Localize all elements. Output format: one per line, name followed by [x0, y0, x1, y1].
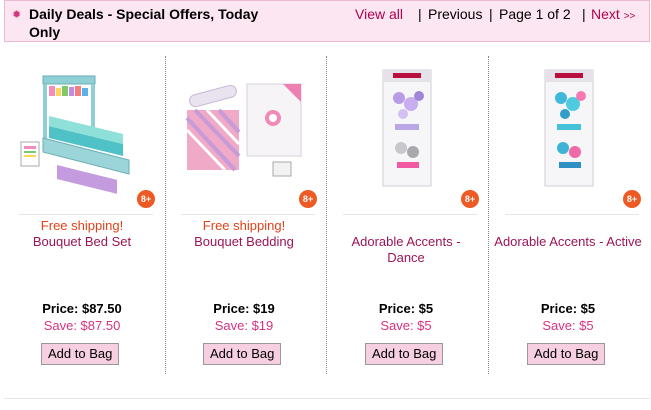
product-price: Price: $5	[540, 301, 596, 316]
add-to-bag-button[interactable]: Add to Bag	[365, 343, 444, 365]
card-divider	[19, 214, 153, 215]
pager-separator: |	[418, 6, 422, 22]
view-all-link-wrap: View all	[355, 5, 403, 23]
next-arrows-icon[interactable]: >>	[624, 11, 636, 22]
card-divider	[505, 214, 639, 215]
view-all-link[interactable]: View all	[355, 6, 403, 22]
age-8-plus-badge-icon: 8+	[299, 190, 317, 208]
card-divider	[181, 214, 315, 215]
product-name-link[interactable]: Bouquet Bed Set	[7, 234, 157, 250]
pager-separator: |	[582, 6, 586, 22]
product-card: 8+ Free shipping! Bouquet Bed Set Price:…	[7, 56, 157, 376]
product-savings: Save: $5	[542, 318, 594, 333]
column-divider	[165, 56, 166, 374]
column-divider	[488, 56, 489, 374]
product-name-link[interactable]: Adorable Accents - Dance	[331, 234, 481, 266]
product-card: 8+ Free shipping! Bouquet Bedding Price:…	[169, 56, 319, 376]
product-image-bed-set[interactable]	[13, 56, 153, 206]
previous-link-wrap: Previous	[428, 5, 482, 23]
product-image-accents-dance[interactable]	[337, 56, 477, 206]
pager-separator: |	[489, 6, 493, 22]
product-price: Price: $87.50	[42, 301, 122, 316]
bottom-divider	[4, 398, 650, 399]
add-to-bag-button[interactable]: Add to Bag	[41, 343, 120, 365]
product-savings: Save: $19	[214, 318, 274, 333]
age-8-plus-badge-icon: 8+	[137, 190, 155, 208]
add-to-bag-button[interactable]: Add to Bag	[203, 343, 282, 365]
star-bullet-icon: ✹	[12, 9, 22, 21]
section-title: Daily Deals - Special Offers, Today Only	[29, 6, 259, 40]
free-shipping-label: Free shipping!	[40, 218, 124, 233]
product-savings: Save: $5	[380, 318, 432, 333]
free-shipping-label: Free shipping!	[202, 218, 286, 233]
product-name-link[interactable]: Bouquet Bedding	[169, 234, 319, 250]
card-divider	[343, 214, 477, 215]
product-price: Price: $5	[378, 301, 434, 316]
page-indicator: Page 1 of 2	[499, 6, 571, 22]
product-price: Price: $19	[213, 301, 275, 316]
age-8-plus-badge-icon: 8+	[623, 190, 641, 208]
next-link[interactable]: Next	[591, 6, 620, 22]
product-card: 8+ Adorable Accents - Active Price: $5 S…	[493, 56, 643, 376]
daily-deals-header: ✹ Daily Deals - Special Offers, Today On…	[4, 0, 650, 42]
next-link-wrap: Next >>	[591, 5, 635, 26]
product-card: 8+ Adorable Accents - Dance Price: $5 Sa…	[331, 56, 481, 376]
age-8-plus-badge-icon: 8+	[461, 190, 479, 208]
product-image-accents-active[interactable]	[499, 56, 639, 206]
product-grid: 8+ Free shipping! Bouquet Bed Set Price:…	[0, 56, 651, 376]
product-image-bedding[interactable]	[175, 56, 315, 206]
previous-link[interactable]: Previous	[428, 6, 482, 22]
product-savings: Save: $87.50	[43, 318, 121, 333]
column-divider	[326, 56, 327, 374]
add-to-bag-button[interactable]: Add to Bag	[527, 343, 606, 365]
product-name-link[interactable]: Adorable Accents - Active	[493, 234, 643, 250]
